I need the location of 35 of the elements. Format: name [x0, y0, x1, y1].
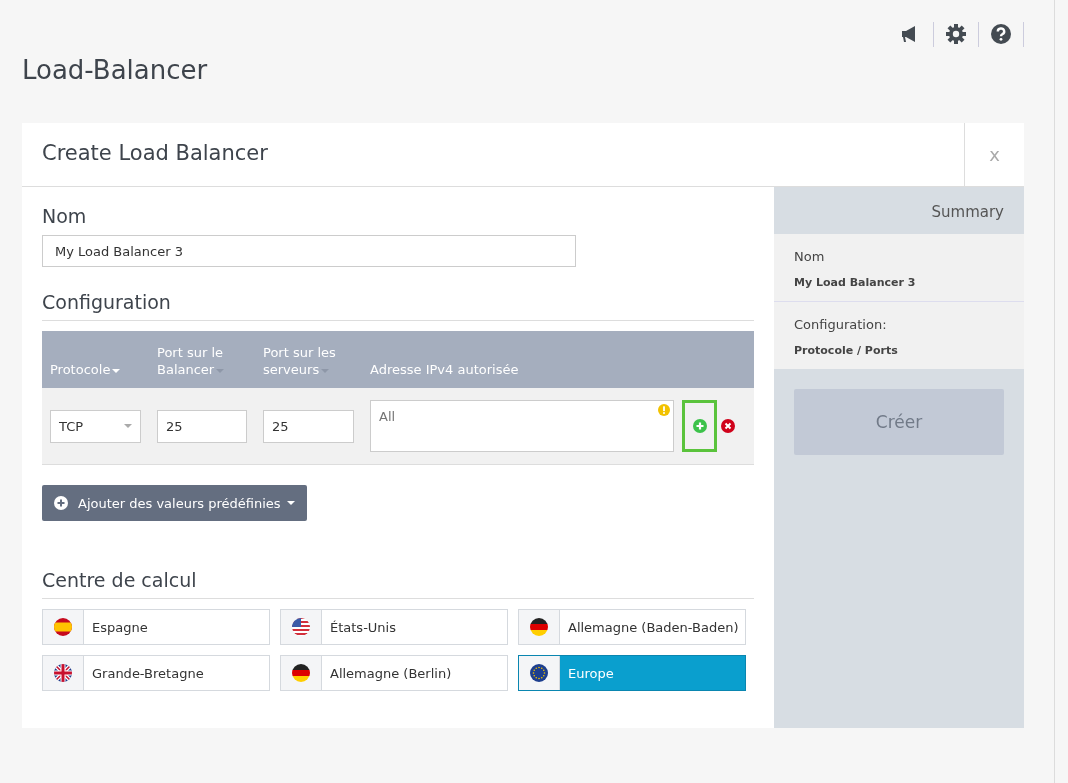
- port-input[interactable]: 25: [157, 409, 247, 443]
- flag-icon: [291, 663, 311, 683]
- port-input[interactable]: 25: [263, 409, 354, 443]
- flag-icon: [53, 663, 73, 683]
- page-title: Load-Balancer: [22, 55, 209, 87]
- name-input[interactable]: My Load Balancer 3: [42, 235, 576, 267]
- caret-icon: [124, 424, 132, 428]
- caret-icon: [112, 368, 121, 373]
- help-icon[interactable]: [991, 24, 1011, 44]
- section-heading: Configuration: [42, 291, 754, 321]
- summary-value: My Load Balancer 3: [794, 276, 917, 289]
- datacenter-option[interactable]: Allemagne (Baden-Baden): [518, 609, 746, 645]
- datacenter-option[interactable]: États-Unis: [280, 609, 508, 645]
- summary-value: Protocole / Ports: [794, 344, 899, 357]
- flag-icon: [529, 617, 549, 637]
- dialog-title: Create Load Balancer: [41, 140, 269, 167]
- flag-icon: [53, 617, 73, 637]
- plus-icon: [54, 496, 68, 510]
- protocol-dropdown[interactable]: TCP: [50, 409, 141, 443]
- remove-icon[interactable]: [721, 419, 735, 433]
- plus-icon: [692, 419, 707, 433]
- flag-icon: [529, 663, 549, 683]
- datacenter-option[interactable]: Allemagne (Berlin): [280, 655, 508, 691]
- datacenter-option[interactable]: Grande-Bretagne: [42, 655, 270, 691]
- caret-icon: [286, 501, 295, 505]
- summary-title: Summary: [930, 202, 1005, 223]
- section-heading: Centre de calcul: [42, 569, 754, 599]
- datacenter-option[interactable]: Espagne: [42, 609, 270, 645]
- address-input[interactable]: All: [370, 400, 674, 452]
- flag-icon: [291, 617, 311, 637]
- summary-label: Configuration:: [794, 317, 888, 332]
- predefined-values-button[interactable]: Ajouter des valeurs prédéfinies: [42, 485, 307, 521]
- summary-label: Nom: [794, 249, 826, 264]
- settings-icon[interactable]: [946, 24, 966, 44]
- section-heading: Nom: [42, 205, 88, 227]
